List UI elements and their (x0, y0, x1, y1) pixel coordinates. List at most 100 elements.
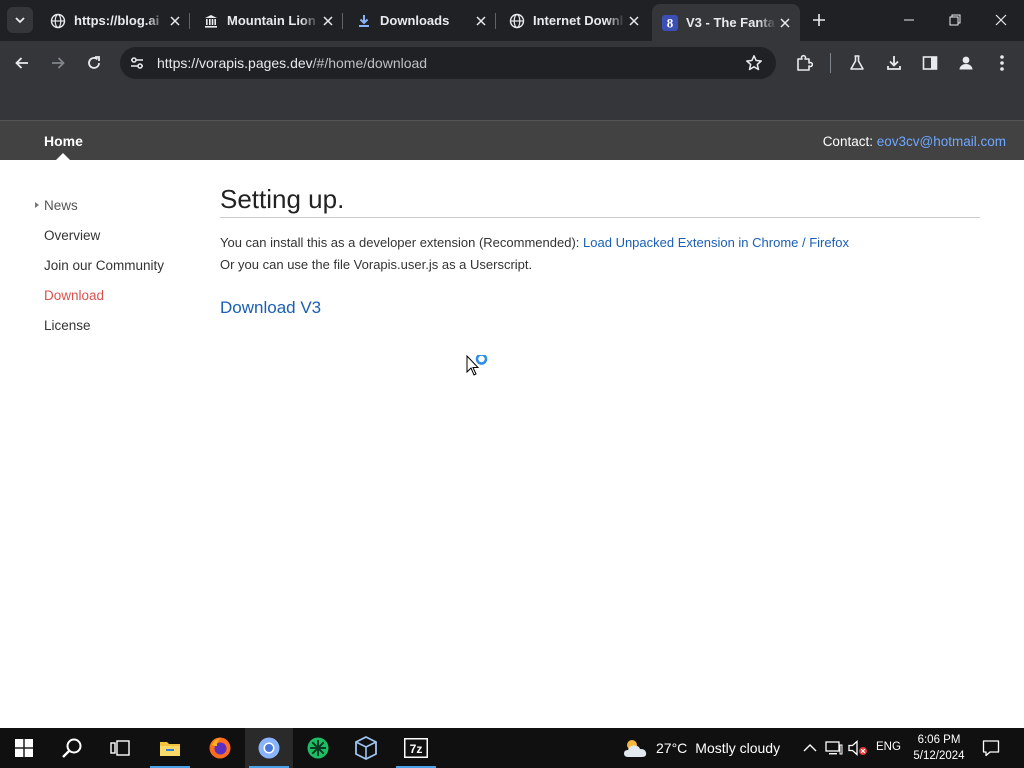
tab-divider (342, 13, 343, 29)
restore-button[interactable] (932, 0, 978, 40)
close-icon[interactable] (625, 12, 643, 30)
system-clock[interactable]: 6:06 PM 5/12/2024 (908, 732, 970, 764)
weather-widget[interactable]: 27°C Mostly cloudy (622, 736, 780, 760)
start-button[interactable] (0, 728, 48, 768)
tab-divider (495, 13, 496, 29)
profile-icon (959, 56, 973, 70)
reload-icon (88, 56, 100, 69)
sidebar-item-community[interactable]: Join our Community (44, 258, 164, 273)
plus-icon (813, 14, 825, 26)
clock-time: 6:06 PM (917, 734, 961, 746)
profile-button[interactable] (953, 50, 979, 76)
minimize-button[interactable] (886, 0, 932, 40)
tab-mountain-lion[interactable]: Mountain Lion (193, 4, 343, 37)
busy-cursor-icon (466, 355, 488, 376)
sidebar-item-label: License (44, 318, 91, 333)
close-icon[interactable] (166, 12, 184, 30)
arrow-right-icon (52, 57, 65, 69)
labs-button[interactable] (844, 50, 870, 76)
svg-text:8: 8 (667, 15, 674, 30)
tab-title: V3 - The Fanta (686, 15, 775, 30)
weather-temperature: 27°C (656, 740, 688, 756)
close-window-button[interactable] (978, 0, 1024, 40)
sidebar-item-label: News (44, 198, 78, 213)
globe-icon (50, 13, 66, 29)
language-indicator[interactable]: ENG (876, 741, 901, 753)
institution-icon (203, 13, 219, 29)
tab-search-button[interactable] (7, 7, 33, 33)
v3-icon: 8 (662, 14, 678, 31)
volume-muted-icon[interactable] (848, 738, 868, 758)
minimize-icon (904, 19, 914, 21)
bookmark-bar (0, 85, 1024, 120)
notification-center-button[interactable] (980, 737, 1002, 759)
svg-text:7z: 7z (410, 742, 423, 756)
main-content: Setting up. You can install this as a de… (220, 182, 980, 317)
nav-active-indicator (56, 153, 70, 160)
chevron-up-icon (803, 744, 817, 752)
folder-icon (160, 742, 180, 756)
sidebar-item-download[interactable]: Download (44, 288, 104, 303)
kebab-menu-icon (1000, 55, 1004, 71)
globe-icon (509, 13, 525, 29)
tab-v3-active[interactable]: 8 V3 - The Fanta (652, 4, 800, 41)
taskbar-chrome[interactable] (245, 728, 293, 768)
taskbar-file-explorer[interactable] (146, 728, 194, 768)
show-hidden-icons-button[interactable] (800, 738, 820, 758)
contact-info: Contact: eov3cv@hotmail.com (823, 134, 1006, 149)
taskbar-7zip[interactable]: 7z (392, 728, 440, 768)
sidebar-item-license[interactable]: License (44, 318, 91, 333)
taskbar-virtualbox[interactable] (342, 728, 390, 768)
tab-downloads[interactable]: Downloads (346, 4, 496, 37)
back-button[interactable] (9, 50, 35, 76)
close-icon[interactable] (472, 12, 490, 30)
url-path: /#/home/download (312, 55, 428, 71)
green-app-icon (307, 737, 329, 759)
network-icon[interactable] (824, 738, 844, 758)
close-icon[interactable] (776, 14, 794, 32)
side-panel-button[interactable] (917, 50, 943, 76)
tab-title: Downloads (380, 13, 450, 28)
close-icon[interactable] (319, 12, 337, 30)
web-page: Home Contact: eov3cv@hotmail.com News Ov… (0, 120, 1024, 728)
weather-description: Mostly cloudy (695, 740, 781, 756)
search-icon (62, 738, 82, 758)
site-settings-icon[interactable] (128, 54, 146, 72)
taskbar-firefox[interactable] (196, 728, 244, 768)
new-tab-button[interactable] (807, 8, 831, 32)
load-unpacked-link[interactable]: Load Unpacked Extension in Chrome / Fire… (583, 235, 849, 250)
chrome-icon (258, 737, 280, 759)
sidebar-item-news[interactable]: News (35, 198, 78, 213)
sidebar-item-label: Join our Community (44, 258, 165, 273)
sidebar-item-label: Overview (44, 228, 101, 243)
tab-blog[interactable]: https://blog.ai (40, 4, 190, 37)
nav-home-link[interactable]: Home (44, 133, 83, 149)
tab-title: https://blog.ai (74, 13, 160, 28)
contact-email-link[interactable]: eov3cv@hotmail.com (877, 134, 1006, 149)
download-v3-link[interactable]: Download V3 (220, 298, 321, 318)
bookmark-star-icon[interactable] (744, 53, 764, 73)
task-view-button[interactable] (96, 728, 144, 768)
page-title: Setting up. (220, 184, 345, 214)
tab-strip: https://blog.ai Mountain Lion Downloads … (0, 0, 1024, 41)
caret-right-icon (35, 202, 39, 208)
chevron-down-icon (15, 17, 25, 24)
sidebar-item-overview[interactable]: Overview (44, 228, 100, 243)
extensions-button[interactable] (791, 50, 817, 76)
reload-button[interactable] (81, 50, 107, 76)
forward-button[interactable] (45, 50, 71, 76)
install-instructions: You can install this as a developer exte… (220, 235, 849, 250)
tab-title: Internet Downl (533, 13, 624, 28)
search-button[interactable] (48, 728, 96, 768)
tab-internet-download[interactable]: Internet Downl (499, 4, 649, 37)
browser-menu-button[interactable] (989, 50, 1015, 76)
tab-title: Mountain Lion (227, 13, 316, 28)
browser-toolbar: https://vorapis.pages.dev/#/home/downloa… (0, 41, 1024, 85)
puzzle-icon (797, 54, 813, 71)
taskbar-app-green[interactable] (294, 728, 342, 768)
virtualbox-icon (355, 736, 377, 760)
address-bar[interactable]: https://vorapis.pages.dev/#/home/downloa… (120, 47, 776, 79)
downloads-button[interactable] (881, 50, 907, 76)
download-icon (356, 13, 372, 29)
close-icon (995, 14, 1007, 26)
